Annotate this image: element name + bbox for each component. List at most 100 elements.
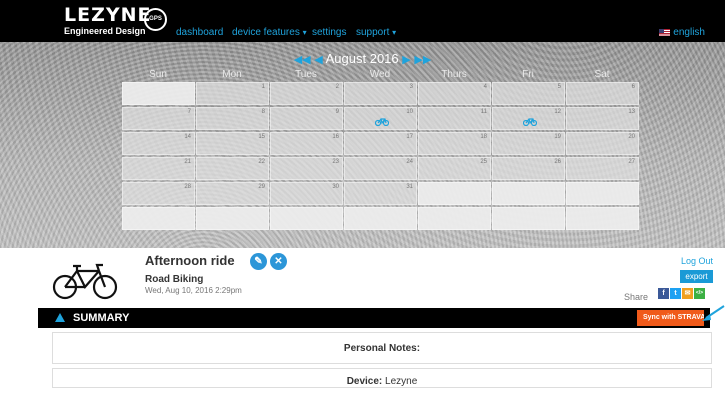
logout-link[interactable]: Log Out [681,256,713,266]
calendar-day-cell [492,207,565,230]
calendar-day-number: 7 [187,109,191,115]
calendar-day-cell[interactable]: 27 [566,157,639,180]
calendar-day-cell[interactable]: 13 [566,107,639,130]
pencil-icon[interactable]: ✎ [250,253,267,270]
calendar-day-number: 12 [554,109,561,115]
calendar-day-cell[interactable]: 12 [492,107,565,130]
calendar-day-cell[interactable]: 5 [492,82,565,105]
calendar-day-number: 11 [480,109,487,115]
personal-notes-panel: Personal Notes: [52,332,712,364]
calendar-day-number: 29 [258,184,265,190]
activity-date: Wed, Aug 10, 2016 2:29pm [145,286,242,295]
calendar-day-cell[interactable]: 29 [196,182,269,205]
calendar-day-cell[interactable]: 18 [418,132,491,155]
first-month-icon[interactable]: ◀◀ [294,54,311,66]
calendar-day-cell[interactable]: 31 [344,182,417,205]
collapse-triangle-icon[interactable] [55,313,65,322]
calendar-month-title: August 2016 [325,51,399,66]
calendar-day-cell [122,82,195,105]
calendar-day-number: 9 [335,109,339,115]
calendar-day-cell[interactable]: 4 [418,82,491,105]
calendar-day-cell[interactable]: 17 [344,132,417,155]
calendar-day-cell[interactable]: 22 [196,157,269,180]
calendar-day-cell [344,207,417,230]
pointer-arrow-icon [702,305,725,321]
calendar-day-cell[interactable]: 1 [196,82,269,105]
calendar-day-number: 20 [628,134,635,140]
nav-settings-label: settings [312,27,347,38]
calendar-day-cell[interactable]: 23 [270,157,343,180]
calendar-day-cell[interactable]: 7 [122,107,195,130]
calendar-day-cell[interactable]: 3 [344,82,417,105]
calendar-day-number: 14 [184,134,191,140]
calendar-day-cell[interactable]: 14 [122,132,195,155]
calendar-day-cell[interactable]: 15 [196,132,269,155]
next-month-icon[interactable]: ▶ [402,54,410,66]
close-icon[interactable]: ✕ [270,253,287,270]
calendar-day-cell[interactable]: 21 [122,157,195,180]
summary-bar[interactable]: SUMMARY [38,308,710,328]
last-month-icon[interactable]: ▶▶ [414,54,431,66]
calendar-day-number: 3 [409,84,413,90]
calendar-day-cell[interactable]: 8 [196,107,269,130]
calendar-day-cell[interactable]: 2 [270,82,343,105]
nav-support-label: support [356,27,390,38]
weekday-label: Fri [522,69,534,80]
top-nav-bar: LEZYNE Engineered Design GPS dashboard d… [0,0,725,42]
calendar-day-number: 21 [184,159,191,165]
email-icon[interactable]: ✉ [682,288,693,299]
weekday-label: Wed [369,69,391,80]
calendar: ◀◀ ◀ August 2016 ▶ ▶▶ Sun Mon Tues Wed Thurs… [0,42,725,248]
nav-device-features[interactable]: device features ▾ [232,27,307,38]
nav-settings[interactable]: settings [312,27,346,38]
device-label: Device: [346,376,383,387]
calendar-day-cell [566,182,639,205]
calendar-day-number: 31 [406,184,413,190]
twitter-icon[interactable]: t [670,288,681,299]
calendar-day-cell[interactable]: 6 [566,82,639,105]
calendar-day-number: 23 [332,159,339,165]
calendar-day-cell[interactable]: 30 [270,182,343,205]
calendar-day-cell[interactable]: 11 [418,107,491,130]
facebook-icon[interactable]: f [658,288,669,299]
summary-label: SUMMARY [73,312,130,324]
embed-icon[interactable]: </> [694,288,705,299]
calendar-day-cell[interactable]: 19 [492,132,565,155]
nav-dashboard[interactable]: dashboard [176,27,223,38]
export-button[interactable]: export [680,270,713,283]
sync-strava-button[interactable]: Sync with STRAVA [637,310,704,326]
calendar-day-cell[interactable]: 25 [418,157,491,180]
calendar-day-cell [492,182,565,205]
calendar-day-number: 4 [483,84,487,90]
calendar-day-number: 15 [258,134,265,140]
nav-device-features-label: device features [232,27,300,38]
calendar-day-number: 16 [332,134,339,140]
calendar-day-cell [122,207,195,230]
calendar-day-cell[interactable]: 10 [344,107,417,130]
prev-month-icon[interactable]: ◀ [314,54,322,66]
calendar-day-cell[interactable]: 16 [270,132,343,155]
weekday-label: Sun [149,69,167,80]
calendar-day-cell[interactable]: 20 [566,132,639,155]
activity-title: Afternoon ride [145,253,235,268]
calendar-day-number: 1 [261,84,265,90]
calendar-day-cell [196,207,269,230]
chevron-down-icon: ▾ [302,28,307,37]
nav-support[interactable]: support ▾ [356,27,396,38]
weekday-label: Tues [295,69,317,80]
calendar-day-number: 25 [480,159,487,165]
calendar-day-number: 26 [554,159,561,165]
weekday-label: Sat [594,69,610,80]
calendar-month-bar: ◀◀ ◀ August 2016 ▶ ▶▶ [0,51,725,66]
calendar-day-cell[interactable]: 28 [122,182,195,205]
logo[interactable]: LEZYNE Engineered Design [64,6,152,37]
language-selector[interactable]: english [659,27,705,38]
calendar-day-number: 19 [554,134,561,140]
calendar-day-cell[interactable]: 24 [344,157,417,180]
calendar-day-cell[interactable]: 26 [492,157,565,180]
calendar-day-number: 8 [261,109,265,115]
us-flag-icon [659,29,671,36]
calendar-day-number: 13 [628,109,635,115]
bicycle-icon [52,263,118,300]
calendar-day-cell[interactable]: 9 [270,107,343,130]
